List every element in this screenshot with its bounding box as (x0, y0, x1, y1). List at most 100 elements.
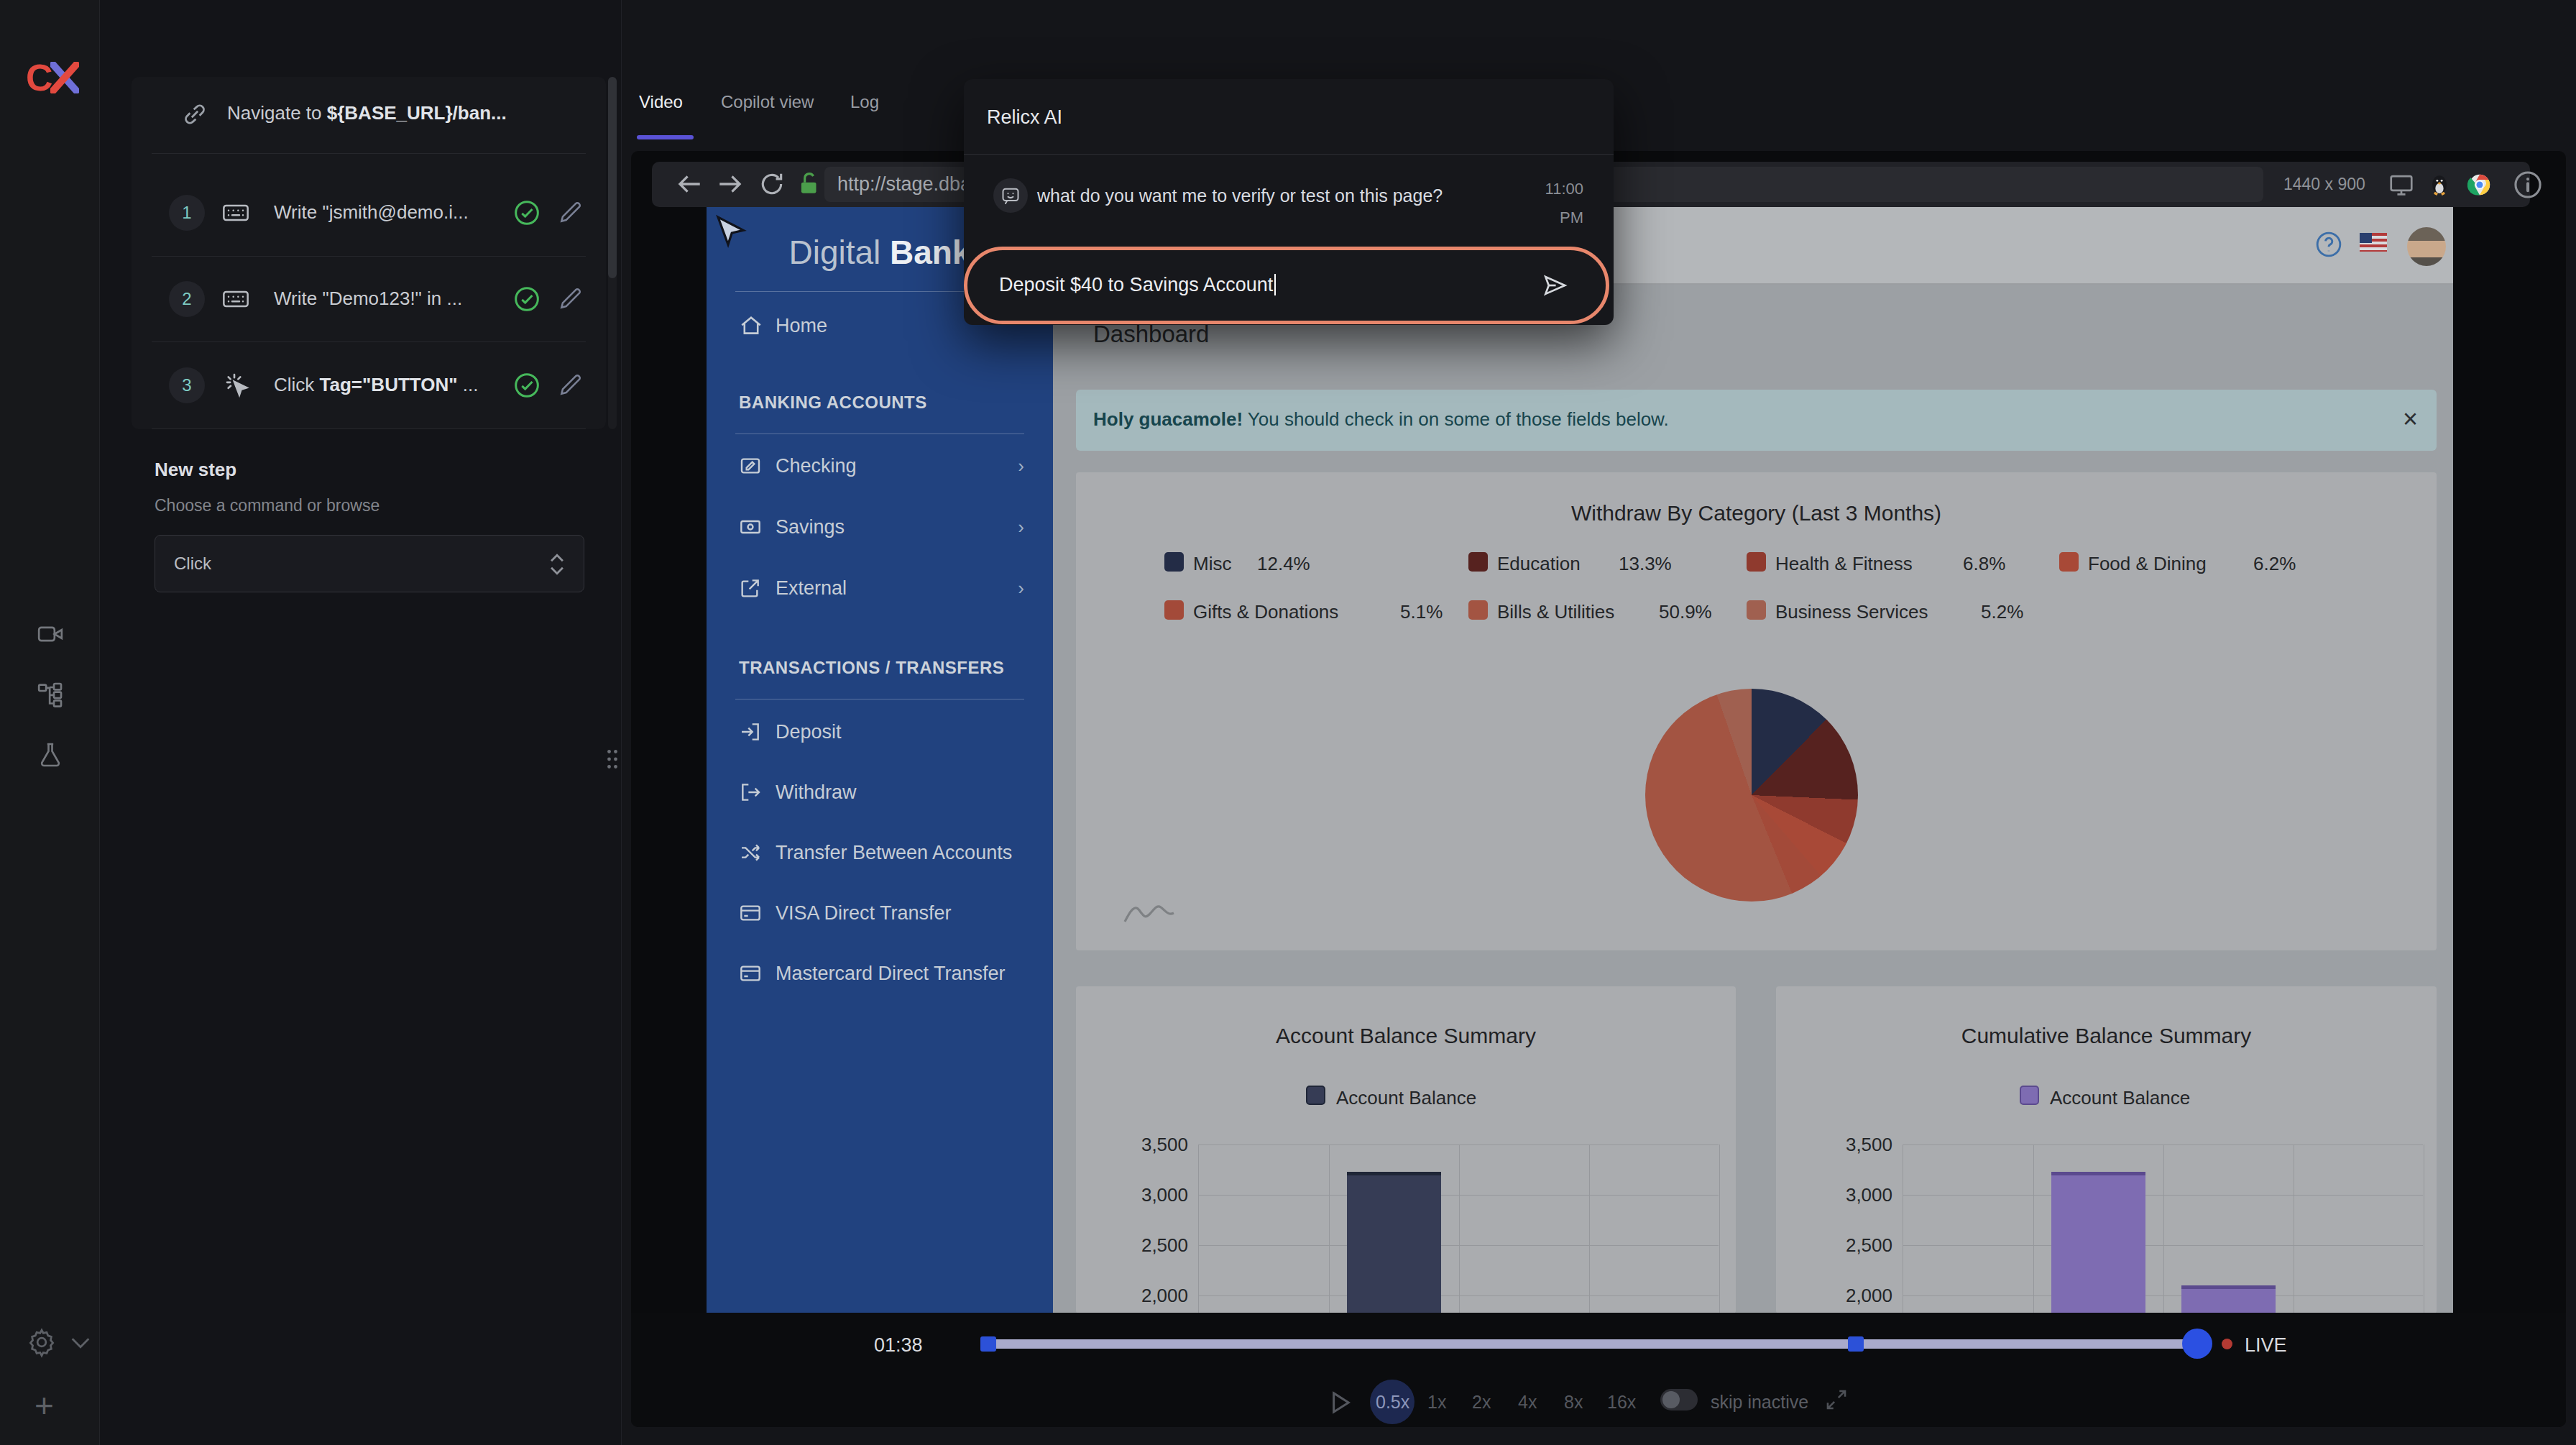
dialog-title: Relicx AI (987, 106, 1062, 129)
back-icon[interactable] (675, 171, 704, 197)
edit-pencil-icon[interactable] (557, 198, 584, 226)
legend-swatch (1164, 600, 1184, 620)
legend-percent: 5.1% (1400, 601, 1443, 623)
steps-panel: Navigate to ${BASE_URL}/ban... 1 Write "… (101, 0, 621, 1445)
navigate-label: Navigate to (227, 102, 327, 124)
assistant-message: what do you want me to verify or test on… (1037, 185, 1443, 206)
mouse-cursor (712, 214, 750, 254)
edit-pencil-icon[interactable] (557, 285, 584, 312)
bank-nav-savings[interactable]: Savings› (707, 505, 1053, 549)
forward-icon[interactable] (716, 171, 745, 197)
steps-card: Navigate to ${BASE_URL}/ban... 1 Write "… (132, 77, 606, 429)
viewport-resolution: 1440 x 900 (2283, 175, 2365, 194)
keyboard-icon (221, 285, 250, 313)
relicx-ai-dialog: Relicx AI what do you want me to verify … (964, 79, 1614, 325)
speed-16x[interactable]: 16x (1607, 1392, 1636, 1413)
legend-percent: 5.2% (1981, 601, 2023, 623)
pie-chart-title: Withdraw By Category (Last 3 Months) (1076, 501, 2437, 526)
cumulative-balance-card: Cumulative Balance Summary Account Balan… (1776, 986, 2437, 1313)
y-axis-tick: 3,500 (1123, 1134, 1188, 1156)
settings-gear-icon[interactable] (26, 1326, 58, 1358)
bar-plot (1198, 1144, 1719, 1313)
speed-0-5x[interactable]: 0.5x (1376, 1392, 1409, 1413)
y-axis-tick: 2,500 (1828, 1234, 1892, 1257)
legend-percent: 6.8% (1963, 553, 2005, 575)
legend-label: Bills & Utilities (1497, 601, 1614, 623)
legend-label: Account Balance (2050, 1087, 2190, 1109)
speed-2x[interactable]: 2x (1472, 1392, 1491, 1413)
bank-help-icon[interactable] (2314, 230, 2343, 259)
app-root: C + Tests › Interactive AI trainer (0, 0, 2576, 1445)
us-flag-icon[interactable] (2360, 233, 2387, 252)
scrollbar-thumb[interactable] (608, 77, 617, 278)
legend-swatch (1468, 552, 1488, 572)
check-icon (512, 285, 541, 313)
panel-drag-handle[interactable] (605, 742, 620, 776)
step-label-suffix: ... (458, 374, 479, 395)
legend-label: Account Balance (1336, 1087, 1476, 1109)
alert-text: Holy guacamole! You should check in on s… (1093, 408, 1669, 431)
progress-marker-start[interactable] (980, 1336, 996, 1352)
command-select[interactable]: Click (155, 535, 584, 592)
speed-1x[interactable]: 1x (1427, 1392, 1446, 1413)
playback-time: 01:38 (874, 1334, 923, 1357)
video-player: http://stage.dba 1440 x 900 Digital Bank (631, 151, 2566, 1427)
new-step-title: New step (155, 459, 236, 481)
skip-inactive-toggle[interactable] (1660, 1389, 1698, 1410)
video-camera-icon[interactable] (0, 620, 100, 648)
tab-copilot-view[interactable]: Copilot view (721, 92, 814, 112)
legend-swatch (2059, 552, 2079, 572)
y-axis-tick: 3,000 (1123, 1184, 1188, 1206)
check-icon (512, 198, 541, 227)
chrome-browser-icon (2467, 173, 2492, 197)
url-text: http://stage.dba (837, 173, 971, 196)
progress-marker-mid[interactable] (1848, 1336, 1864, 1352)
bar (1347, 1172, 1440, 1313)
tab-video[interactable]: Video (639, 92, 683, 112)
flask-icon[interactable] (0, 740, 100, 769)
bank-section-transactions: TRANSACTIONS / TRANSFERS (739, 658, 1004, 678)
bank-nav-external[interactable]: External› (707, 566, 1053, 610)
play-icon[interactable] (1330, 1390, 1351, 1415)
add-icon[interactable]: + (34, 1386, 54, 1425)
bar (2051, 1172, 2145, 1313)
legend-label: Misc (1193, 553, 1231, 575)
step-label: Write "jsmith@demo.i... (274, 201, 469, 223)
legend-swatch (1747, 552, 1766, 572)
bank-user-avatar[interactable] (2407, 227, 2446, 266)
bank-nav-transfer[interactable]: Transfer Between Accounts (707, 831, 1053, 874)
chevron-down-icon[interactable] (68, 1334, 93, 1352)
bank-nav-checking[interactable]: Checking› (707, 444, 1053, 487)
fullscreen-icon[interactable] (1824, 1387, 1849, 1412)
new-step-subtitle: Choose a command or browse (155, 496, 380, 515)
progress-handle[interactable] (2182, 1329, 2212, 1359)
progress-track[interactable] (980, 1339, 2194, 1349)
tab-log[interactable]: Log (850, 92, 879, 112)
refresh-icon[interactable] (758, 170, 786, 198)
bank-nav-mastercard[interactable]: Mastercard Direct Transfer (707, 952, 1053, 995)
monitor-icon (2388, 171, 2415, 198)
bank-nav-withdraw[interactable]: Withdraw (707, 771, 1053, 814)
bank-nav-deposit[interactable]: Deposit (707, 710, 1053, 753)
legend-percent: 50.9% (1659, 601, 1712, 623)
linux-icon (2427, 173, 2452, 197)
info-icon[interactable] (2512, 169, 2544, 201)
keyboard-icon (221, 198, 250, 227)
legend-swatch (1164, 552, 1184, 572)
speed-4x[interactable]: 4x (1518, 1392, 1537, 1413)
legend-label: Education (1497, 553, 1581, 575)
bank-nav-visa[interactable]: VISA Direct Transfer (707, 891, 1053, 935)
edit-pencil-icon[interactable] (557, 371, 584, 398)
step-number: 3 (169, 367, 205, 403)
flow-tree-icon[interactable] (0, 680, 100, 709)
y-axis-tick: 3,500 (1828, 1134, 1892, 1156)
sidebar-scrollbar[interactable] (608, 77, 617, 429)
step-label: Write "Demo123!" in ... (274, 288, 462, 309)
pie-chart (1645, 689, 1858, 902)
ai-input[interactable]: Deposit $40 to Savings Account (999, 274, 1276, 296)
legend-percent: 6.2% (2253, 553, 2296, 575)
alert-close-icon[interactable]: × (2403, 404, 2418, 434)
send-icon[interactable] (1541, 272, 1568, 299)
skip-inactive-label: skip inactive (1711, 1392, 1808, 1413)
speed-8x[interactable]: 8x (1564, 1392, 1583, 1413)
